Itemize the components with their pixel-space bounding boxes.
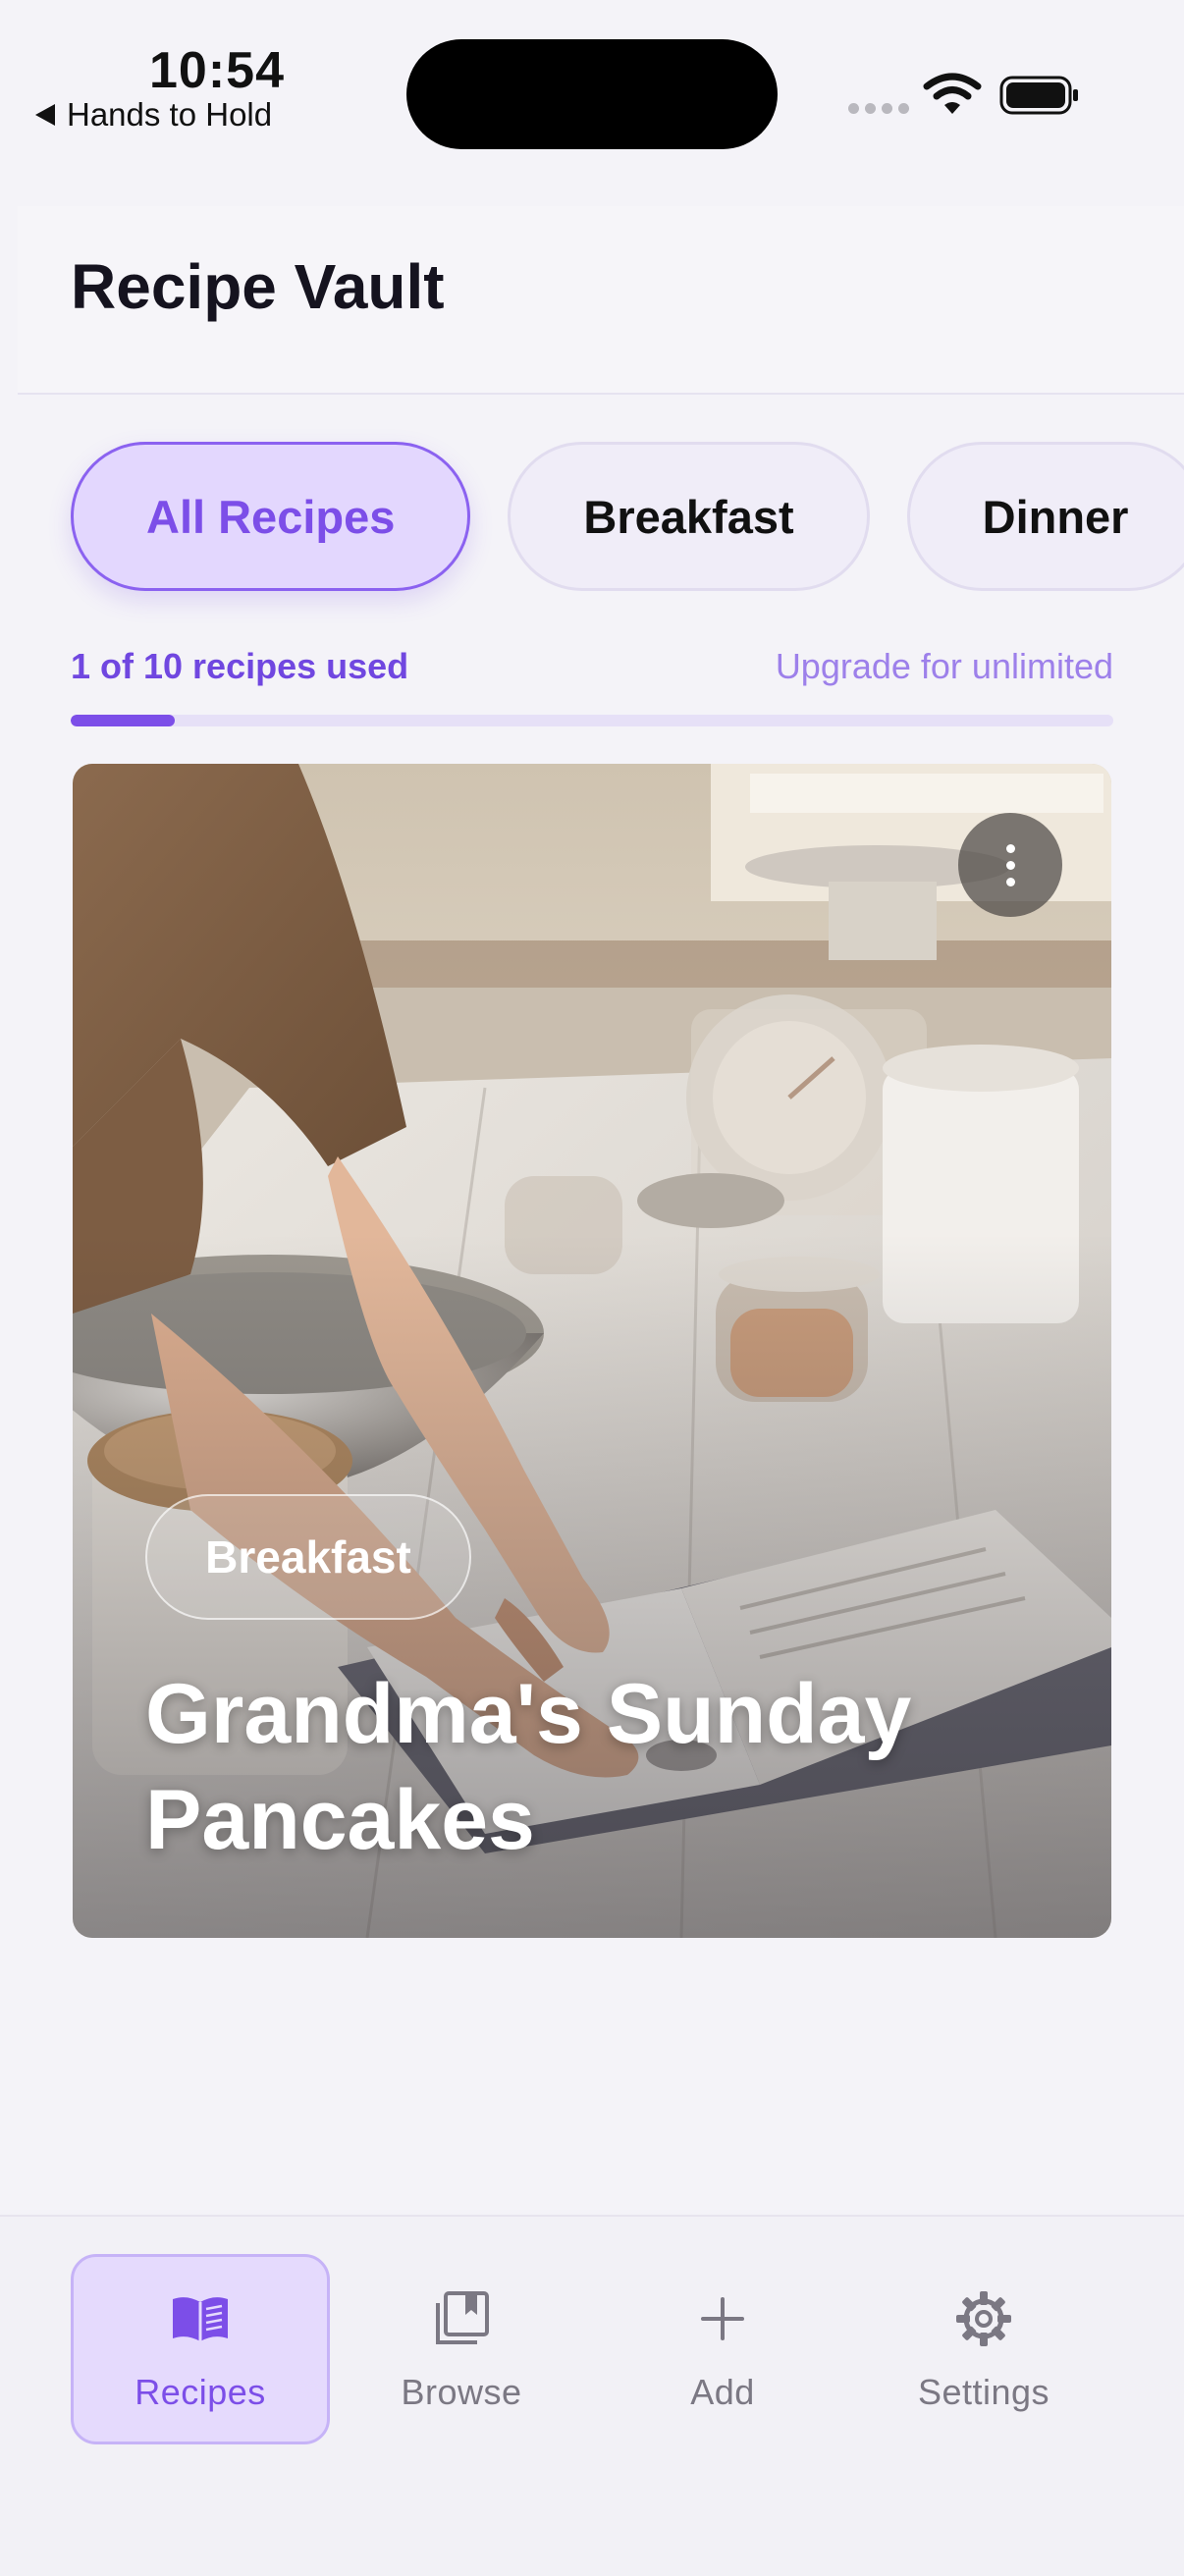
back-arrow-icon	[35, 104, 55, 126]
bottom-tab-bar: Recipes Browse Add Settings	[0, 2215, 1184, 2576]
tab-recipes[interactable]: Recipes	[71, 2254, 330, 2444]
usage-meter: 1 of 10 recipes used Upgrade for unlimit…	[71, 646, 1113, 687]
cellular-signal-icon	[848, 103, 909, 114]
page-title: Recipe Vault	[71, 251, 445, 322]
recipe-category-tag: Breakfast	[145, 1494, 471, 1620]
tab-settings-label: Settings	[917, 2372, 1050, 2412]
status-bar: 10:54 Hands to Hold	[0, 0, 1184, 206]
usage-progress-fill	[71, 715, 176, 726]
status-time: 10:54	[149, 42, 285, 99]
recipe-card[interactable]: Breakfast Grandma's Sunday Pancakes	[73, 764, 1111, 1938]
tab-settings[interactable]: Settings	[854, 2254, 1113, 2444]
usage-count-text: 1 of 10 recipes used	[71, 646, 409, 686]
tab-browse-label: Browse	[401, 2372, 522, 2412]
upgrade-link[interactable]: Upgrade for unlimited	[776, 646, 1113, 687]
tab-browse[interactable]: Browse	[332, 2254, 591, 2444]
battery-icon	[999, 76, 1078, 115]
filter-chip-all-recipes[interactable]: All Recipes	[71, 442, 471, 591]
recipe-title: Grandma's Sunday Pancakes	[145, 1667, 912, 1867]
back-app-label: Hands to Hold	[67, 96, 273, 133]
ellipsis-vertical-icon	[1005, 843, 1015, 853]
usage-progress-bar	[71, 715, 1113, 726]
back-to-app-link[interactable]: Hands to Hold	[35, 96, 272, 134]
gear-icon	[956, 2291, 1011, 2346]
wifi-icon	[923, 73, 982, 114]
category-filter-bar: All Recipes Breakfast Dinner	[71, 442, 1184, 591]
filter-chip-breakfast[interactable]: Breakfast	[508, 442, 870, 591]
tab-add-label: Add	[690, 2372, 755, 2412]
tab-add[interactable]: Add	[593, 2254, 852, 2444]
library-icon	[436, 2291, 489, 2344]
filter-chip-dinner[interactable]: Dinner	[906, 442, 1184, 591]
dynamic-island	[406, 39, 778, 149]
app-header: Recipe Vault	[18, 206, 1184, 395]
open-book-icon	[173, 2297, 228, 2341]
tab-recipes-label: Recipes	[135, 2372, 266, 2412]
plus-icon	[701, 2297, 744, 2340]
more-options-button[interactable]	[958, 813, 1062, 917]
